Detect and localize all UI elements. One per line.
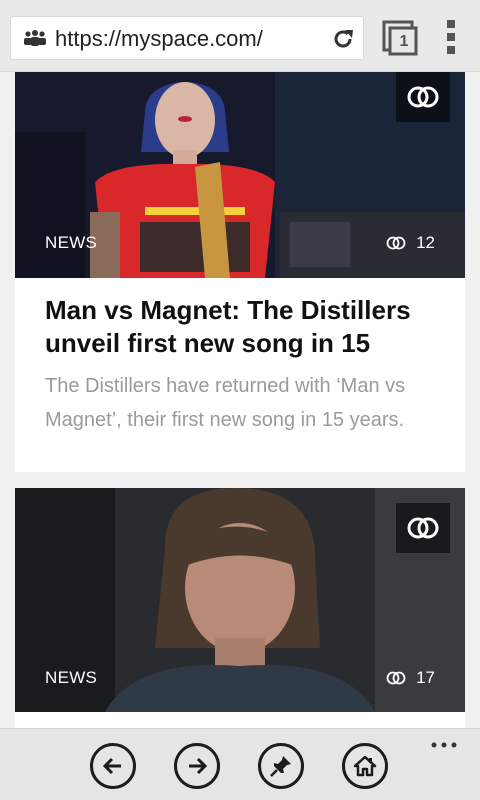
category-tag[interactable]: NEWS bbox=[45, 233, 97, 253]
pin-icon bbox=[270, 756, 291, 777]
forward-icon bbox=[189, 757, 208, 775]
pin-button[interactable] bbox=[258, 743, 304, 789]
browser-app-bar bbox=[0, 728, 480, 800]
category-tag[interactable]: NEWS bbox=[45, 668, 97, 688]
refresh-icon[interactable] bbox=[331, 27, 355, 51]
connect-badge[interactable] bbox=[396, 503, 450, 553]
back-icon bbox=[102, 757, 121, 775]
more-dots-icon[interactable] bbox=[430, 741, 458, 749]
article-summary: The Distillers have returned with ‘Man v… bbox=[45, 375, 406, 431]
connect-badge[interactable] bbox=[396, 72, 450, 122]
connections-count: 12 bbox=[386, 233, 435, 253]
vertical-dots-icon[interactable] bbox=[440, 18, 462, 56]
site-people-icon bbox=[24, 30, 46, 46]
connect-small-icon bbox=[386, 671, 406, 685]
tabs-button[interactable]: 1 bbox=[382, 20, 418, 56]
home-icon bbox=[353, 755, 377, 777]
connect-icon bbox=[407, 517, 439, 539]
connections-value: 12 bbox=[416, 233, 435, 252]
article-card[interactable]: NEWS 12 Man vs Magnet: The Distillers un… bbox=[15, 72, 465, 472]
article-image[interactable]: NEWS 12 bbox=[15, 72, 465, 278]
connections-count: 17 bbox=[386, 668, 435, 688]
article-image[interactable]: NEWS 17 bbox=[15, 488, 465, 712]
browser-top-bar: https://myspace.com/ 1 bbox=[0, 0, 480, 72]
article-headline[interactable]: Man vs Magnet: The Distillers unveil fir… bbox=[45, 294, 445, 360]
back-button[interactable] bbox=[90, 743, 136, 789]
connect-small-icon bbox=[386, 236, 406, 250]
news-feed: NEWS 12 Man vs Magnet: The Distillers un… bbox=[0, 72, 480, 728]
tab-count: 1 bbox=[399, 33, 409, 50]
connect-icon bbox=[407, 86, 439, 108]
forward-button[interactable] bbox=[174, 743, 220, 789]
url-text[interactable]: https://myspace.com/ bbox=[55, 26, 263, 52]
home-button[interactable] bbox=[342, 743, 388, 789]
address-bar[interactable]: https://myspace.com/ bbox=[10, 16, 364, 60]
article-card[interactable]: NEWS 17 bbox=[15, 488, 465, 728]
connections-value: 17 bbox=[416, 668, 435, 687]
